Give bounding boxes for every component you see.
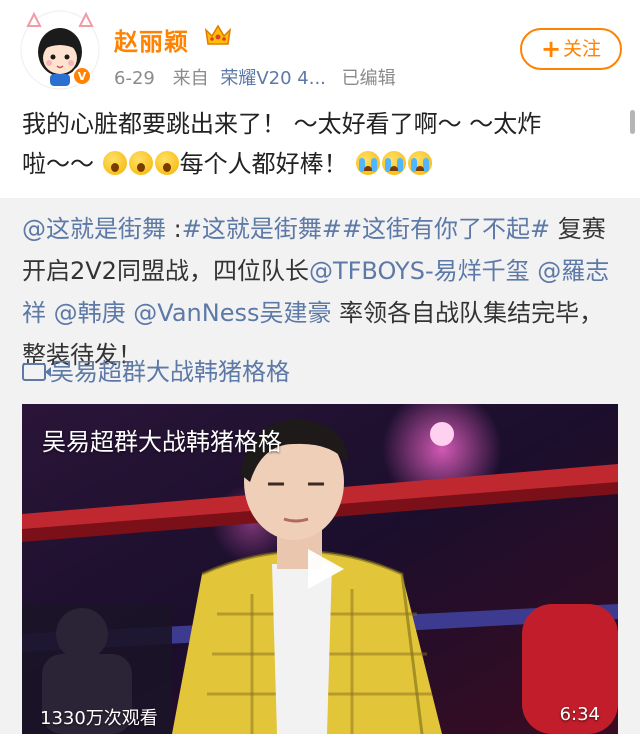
follow-label: 关注 <box>563 38 602 60</box>
video-icon <box>22 363 51 381</box>
repost-block[interactable]: @这就是街舞 :#这就是街舞##这街有你了不起# 复赛开启2V2同盟战，四位队长… <box>0 198 640 734</box>
video-link-label: 吴易超群大战韩猪格格 <box>50 358 290 386</box>
post-date: 6-29 <box>114 68 155 89</box>
follow-button[interactable]: + 关注 <box>520 28 622 70</box>
repost-text: @这就是街舞 :#这就是街舞##这街有你了不起# 复赛开启2V2同盟战，四位队长… <box>22 208 622 376</box>
hashtag-2[interactable]: #这街有你了不起# <box>342 215 550 243</box>
shock-emoji-icon <box>154 151 179 175</box>
mention-hangeng[interactable]: @韩庚 <box>54 299 126 327</box>
post-line2-end: 每个人都好棒！ <box>179 150 348 178</box>
view-count: 1330万次观看 <box>40 708 158 729</box>
avatar[interactable]: V <box>20 10 100 90</box>
mention-source[interactable]: @这就是街舞 <box>22 215 166 243</box>
post-text: 我的心脏都要跳出来了！ ～太好看了啊～ ～太炸 啦～～ 每个人都好棒！ <box>22 104 622 184</box>
plus-icon: + <box>540 35 562 63</box>
crown-icon <box>204 24 232 45</box>
post-meta: 6-29 来自 荣耀V20 4... 已编辑 <box>114 64 396 90</box>
scrollbar-thumb[interactable] <box>630 110 635 134</box>
hashtag-1[interactable]: #这就是街舞# <box>182 215 342 243</box>
post-line1: 我的心脏都要跳出来了！ ～太好看了啊～ ～太炸 <box>22 110 542 138</box>
edited-label[interactable]: 已编辑 <box>342 68 396 89</box>
video-duration: 6:34 <box>559 704 600 725</box>
crying-emoji-icon <box>382 151 407 175</box>
video-player[interactable]: 吴易超群大战韩猪格格 1330万次观看 6:34 <box>22 404 618 734</box>
svg-text:V: V <box>78 70 87 83</box>
colon: : <box>166 215 182 243</box>
crying-emoji-icon <box>356 151 381 175</box>
video-title: 吴易超群大战韩猪格格 <box>42 428 282 456</box>
shock-emoji-icon <box>102 151 127 175</box>
crying-emoji-icon <box>408 151 433 175</box>
post-line2-start: 啦～～ <box>22 150 94 178</box>
play-icon[interactable] <box>302 547 346 591</box>
mention-vanness[interactable]: @VanNess吴建豪 <box>133 299 331 327</box>
source-prefix: 来自 <box>172 68 209 89</box>
user-name[interactable]: 赵丽颖 <box>114 22 189 57</box>
shock-emoji-icon <box>128 151 153 175</box>
mention-tfboys[interactable]: @TFBOYS-易烊千玺 <box>309 257 530 285</box>
video-link[interactable]: 吴易超群大战韩猪格格 <box>22 352 290 387</box>
post-header: V 赵丽颖 6-29 来自 荣耀V20 4... 已编辑 + 关注 <box>0 0 640 98</box>
device-link[interactable]: 荣耀V20 4... <box>220 68 326 89</box>
